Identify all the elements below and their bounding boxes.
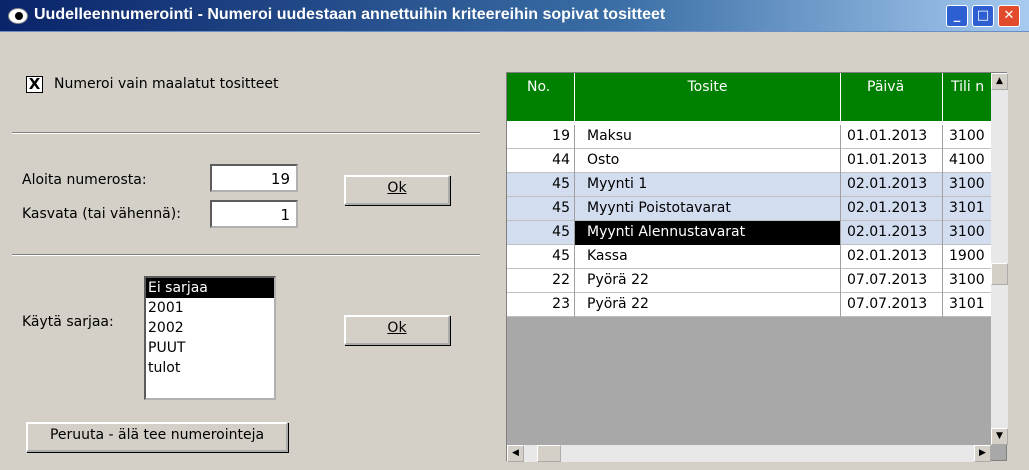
- cell-no: 23: [507, 293, 575, 317]
- close-button[interactable]: ✕: [998, 5, 1020, 27]
- cell-no: 45: [507, 245, 575, 269]
- cell-tili: 3101: [949, 200, 985, 216]
- column-header-no[interactable]: No.: [507, 73, 575, 121]
- table-row[interactable]: 44 Osto 01.01.2013 4100: [507, 149, 991, 173]
- cell-tosite: Myynti Alennustavarat: [575, 221, 841, 245]
- cell-paiva: 02.01.2013: [841, 221, 943, 245]
- table-row[interactable]: 45 Kassa 02.01.2013 1900: [507, 245, 991, 269]
- vertical-scrollbar[interactable]: ▲ ▼: [991, 73, 1008, 445]
- cell-tili: 1900: [949, 248, 985, 264]
- horizontal-scroll-thumb[interactable]: [537, 445, 561, 462]
- cell-tili: 3101: [949, 296, 985, 312]
- series-listbox[interactable]: Ei sarjaa 2001 2002 PUUT tulot: [144, 276, 276, 400]
- table-row[interactable]: 22 Pyörä 22 07.07.2013 3100: [507, 269, 991, 293]
- divider: [12, 132, 480, 134]
- cell-no: 45: [507, 221, 575, 245]
- cell-tili: 3100: [949, 272, 985, 288]
- series-label: Käytä sarjaa:: [22, 314, 114, 330]
- cell-tili: 3100: [949, 224, 985, 240]
- table-body: 19 Maksu 01.01.2013 3100 44 Osto 01.01.2013 410…: [507, 121, 991, 317]
- maximize-icon: □: [976, 8, 990, 23]
- cancel-button[interactable]: Peruuta - älä tee numerointeja: [26, 422, 288, 452]
- table-row[interactable]: 45 Myynti Alennustavarat 02.01.2013 3100: [507, 221, 991, 245]
- cell-tosite: Osto: [575, 149, 841, 173]
- cell-no: 45: [507, 173, 575, 197]
- minimize-icon: _: [953, 8, 961, 23]
- cell-no: 19: [507, 125, 575, 149]
- series-ok-button[interactable]: Ok: [344, 315, 450, 345]
- maximize-button[interactable]: □: [972, 5, 994, 27]
- cell-tosite: Myynti 1: [575, 173, 841, 197]
- increment-input[interactable]: 1: [210, 200, 298, 228]
- cell-paiva: 01.01.2013: [841, 125, 943, 149]
- increment-label: Kasvata (tai vähennä):: [22, 206, 181, 222]
- table-row[interactable]: 23 Pyörä 22 07.07.2013 3101: [507, 293, 991, 317]
- series-option[interactable]: Ei sarjaa: [146, 278, 274, 298]
- table-row[interactable]: 19 Maksu 01.01.2013 3100: [507, 125, 991, 149]
- scroll-down-icon[interactable]: ▼: [991, 428, 1008, 445]
- minimize-button[interactable]: _: [946, 5, 968, 27]
- start-number-label: Aloita numerosta:: [22, 172, 147, 188]
- horizontal-scrollbar[interactable]: ◀ ▶: [507, 445, 991, 462]
- close-icon: ✕: [1003, 8, 1015, 23]
- vertical-scroll-thumb[interactable]: [991, 263, 1008, 285]
- table-row[interactable]: 45 Myynti Poistotavarat 02.01.2013 3101: [507, 197, 991, 221]
- divider: [12, 254, 480, 256]
- cell-paiva: 01.01.2013: [841, 149, 943, 173]
- start-number-input[interactable]: 19: [210, 164, 298, 192]
- window-title: Uudelleennumerointi - Numeroi uudestaan …: [34, 6, 666, 23]
- cell-paiva: 07.07.2013: [841, 293, 943, 317]
- cell-paiva: 07.07.2013: [841, 269, 943, 293]
- cell-no: 44: [507, 149, 575, 173]
- only-marked-checkbox[interactable]: X: [26, 76, 43, 93]
- series-option[interactable]: 2001: [146, 298, 274, 318]
- voucher-table[interactable]: No. Tosite Päivä Tili n 19 Maksu 01.01.201…: [506, 72, 1008, 462]
- cell-tili: 3100: [949, 176, 985, 192]
- title-bar: Uudelleennumerointi - Numeroi uudestaan …: [0, 0, 1029, 32]
- eye-icon: [8, 8, 28, 24]
- scroll-up-icon[interactable]: ▲: [991, 73, 1008, 90]
- numbering-ok-button[interactable]: Ok: [344, 175, 450, 205]
- table-header: No. Tosite Päivä Tili n: [507, 73, 991, 121]
- cell-tosite: Pyörä 22: [575, 293, 841, 317]
- only-marked-label: Numeroi vain maalatut tositteet: [54, 76, 279, 92]
- cell-paiva: 02.01.2013: [841, 173, 943, 197]
- cell-no: 22: [507, 269, 575, 293]
- cell-paiva: 02.01.2013: [841, 245, 943, 269]
- series-option[interactable]: PUUT: [146, 338, 274, 358]
- column-header-tili[interactable]: Tili n: [943, 73, 991, 121]
- cell-tili: 4100: [949, 152, 985, 168]
- column-header-paiva[interactable]: Päivä: [841, 73, 943, 121]
- cell-tosite: Myynti Poistotavarat: [575, 197, 841, 221]
- cell-tili: 3100: [949, 128, 985, 144]
- cell-no: 45: [507, 197, 575, 221]
- table-row[interactable]: 45 Myynti 1 02.01.2013 3100: [507, 173, 991, 197]
- column-header-tosite[interactable]: Tosite: [575, 73, 841, 121]
- cell-tosite: Maksu: [575, 125, 841, 149]
- series-option[interactable]: 2002: [146, 318, 274, 338]
- cell-paiva: 02.01.2013: [841, 197, 943, 221]
- cell-tosite: Pyörä 22: [575, 269, 841, 293]
- scroll-left-icon[interactable]: ◀: [507, 445, 524, 462]
- cell-tosite: Kassa: [575, 245, 841, 269]
- scroll-right-icon[interactable]: ▶: [974, 445, 991, 462]
- series-option[interactable]: tulot: [146, 358, 274, 378]
